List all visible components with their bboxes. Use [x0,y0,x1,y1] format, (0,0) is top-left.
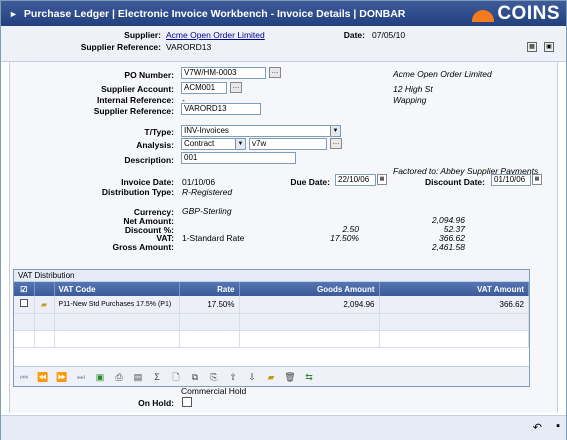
vat-distribution-panel: VAT Distribution ☑ VAT Code Rate Goods A… [13,269,530,387]
supplier-account-input[interactable]: ACM001 [181,82,227,94]
address-line3: Wapping [393,95,427,105]
commercial-hold-heading: Commercial Hold [181,386,247,396]
undo-icon[interactable]: ↶ [533,421,542,434]
open-folder-icon[interactable]: ▰ [264,370,278,384]
col-goods-amount[interactable]: Goods Amount [239,282,380,296]
analysis-label: Analysis: [136,140,174,150]
expand-icon[interactable]: ▣ [544,42,554,52]
analysis-value: Contract [184,139,215,148]
excel-export-icon[interactable]: ▣ [93,370,107,384]
sum-icon[interactable]: Σ [150,370,164,384]
due-date-input[interactable]: 22/10/06 [335,174,376,186]
ttype-select[interactable]: INV-Invoices ▼ [181,125,341,137]
ttype-value: INV-Invoices [184,126,229,135]
footer-bar: ↶ ▪ [1,415,566,440]
header-spacer [34,282,55,296]
new-record-icon[interactable]: 🗋 [169,370,183,384]
save-icon[interactable]: ▪ [556,420,560,432]
address-line1: Acme Open Order Limited [393,69,492,79]
move-down-icon[interactable]: ⇩ [245,370,259,384]
delete-icon[interactable]: 🗑 [283,370,297,384]
grid-view-icon[interactable]: ▦ [527,42,537,52]
on-hold-label: On Hold: [138,398,174,408]
analysis-select[interactable]: Contract ▼ [181,138,246,150]
distribution-type-label: Distribution Type: [101,187,174,197]
date-label: Date: [343,30,365,40]
table-row [14,330,529,348]
supplier-ref-value: VARORD13 [166,42,212,52]
grid-toolbar: ⏮ ⏪ ⏩ ⏭ ▣ ⎙ ▤ Σ 🗋 ⧉ ⎘ ⇧ ⇩ ▰ 🗑 ⇆ [14,366,529,386]
vat-distribution-title: VAT Distribution [14,270,529,282]
prev-page-icon[interactable]: ⏪ [36,370,50,384]
due-date-calendar-icon[interactable]: ▦ [377,174,387,185]
coins-logo: COINS [472,3,560,25]
paste-record-icon[interactable]: ⎘ [207,370,221,384]
supplier-reference-input[interactable]: VARORD13 [181,103,261,115]
refresh-icon[interactable]: ⇆ [302,370,316,384]
logo-sun-icon [472,10,495,22]
row-check-box[interactable] [19,299,28,308]
title-bar: ► Purchase Ledger | Electronic Invoice W… [1,1,566,26]
supplier-reference-label: Supplier Reference: [93,106,174,116]
analysis-code-input[interactable]: v7w [249,138,327,150]
analysis-dropdown-icon[interactable]: ▼ [235,139,245,149]
invoice-details-window: ► Purchase Ledger | Electronic Invoice W… [0,0,567,440]
window-title: Purchase Ledger | Electronic Invoice Wor… [23,7,406,20]
currency-value: GBP-Sterling [182,206,232,216]
analysis-lookup-button[interactable]: … [330,138,342,149]
logo-text: COINS [497,3,560,24]
ttype-dropdown-icon[interactable]: ▼ [330,126,340,136]
table-header-row: ☑ VAT Code Rate Goods Amount VAT Amount [14,282,529,296]
due-date-label: Due Date: [290,177,330,187]
discount-date-calendar-icon[interactable]: ▦ [532,174,542,185]
date-value: 07/05/10 [372,30,406,40]
address-line2: 12 High St [393,84,433,94]
vat-distribution-table: ☑ VAT Code Rate Goods Amount VAT Amount … [14,282,529,348]
next-page-icon[interactable]: ⏩ [55,370,69,384]
discount-date-input[interactable]: 01/10/06 [491,174,531,186]
copy-record-icon[interactable]: ⧉ [188,370,202,384]
col-vat-code[interactable]: VAT Code [54,282,180,296]
supplier-label: Supplier: [124,30,161,40]
row-vat-amount: 366.62 [379,296,529,314]
po-number-input[interactable]: V7W/HM-0003 [181,67,266,79]
table-row [14,313,529,331]
calculator-icon[interactable]: ▤ [131,370,145,384]
po-lookup-button[interactable]: … [269,67,281,78]
on-hold-checkbox[interactable] [182,397,192,407]
row-checkbox[interactable] [14,296,35,314]
account-lookup-button[interactable]: … [230,82,242,93]
distribution-type-value: R-Registered [182,187,233,197]
header-panel: Supplier: Acme Open Order Limited Date: … [1,26,566,62]
table-row[interactable]: ▰ P11-New Std Purchases 17.5% (P1) 17.50… [14,296,529,314]
description-input[interactable]: 001 [181,152,296,164]
ttype-label: T/Type: [144,127,174,137]
row-rate: 17.50% [179,296,240,314]
row-goods-amount: 2,094.96 [239,296,380,314]
vat-rate-name: 1-Standard Rate [182,233,245,243]
vat-pct-value: 17.50% [330,233,359,243]
discount-date-label: Discount Date: [425,177,485,187]
title-arrow-icon: ► [9,8,18,19]
first-record-icon[interactable]: ⏮ [17,370,31,384]
supplier-account-label: Supplier Account: [101,84,174,94]
gross-amount-label: Gross Amount: [112,242,174,252]
description-label: Description: [124,155,174,165]
invoice-date-value: 01/10/06 [182,177,216,187]
folder-icon[interactable]: ▰ [34,296,55,314]
invoice-date-label: Invoice Date: [121,177,174,187]
print-icon[interactable]: ⎙ [112,370,126,384]
supplier-link[interactable]: Acme Open Order Limited [166,30,265,40]
supplier-ref-label: Supplier Reference: [80,42,161,52]
col-vat-amount[interactable]: VAT Amount [379,282,529,296]
internal-ref-label: Internal Reference: [97,95,174,105]
move-up-icon[interactable]: ⇧ [226,370,240,384]
po-number-label: PO Number: [124,70,174,80]
row-vat-code: P11-New Std Purchases 17.5% (P1) [54,296,180,314]
col-rate[interactable]: Rate [179,282,240,296]
main-form: PO Number: V7W/HM-0003 … Supplier Accoun… [9,62,558,413]
last-record-icon[interactable]: ⏭ [74,370,88,384]
select-all-icon[interactable]: ☑ [14,282,35,296]
gross-amount-value: 2,461.58 [431,242,465,252]
